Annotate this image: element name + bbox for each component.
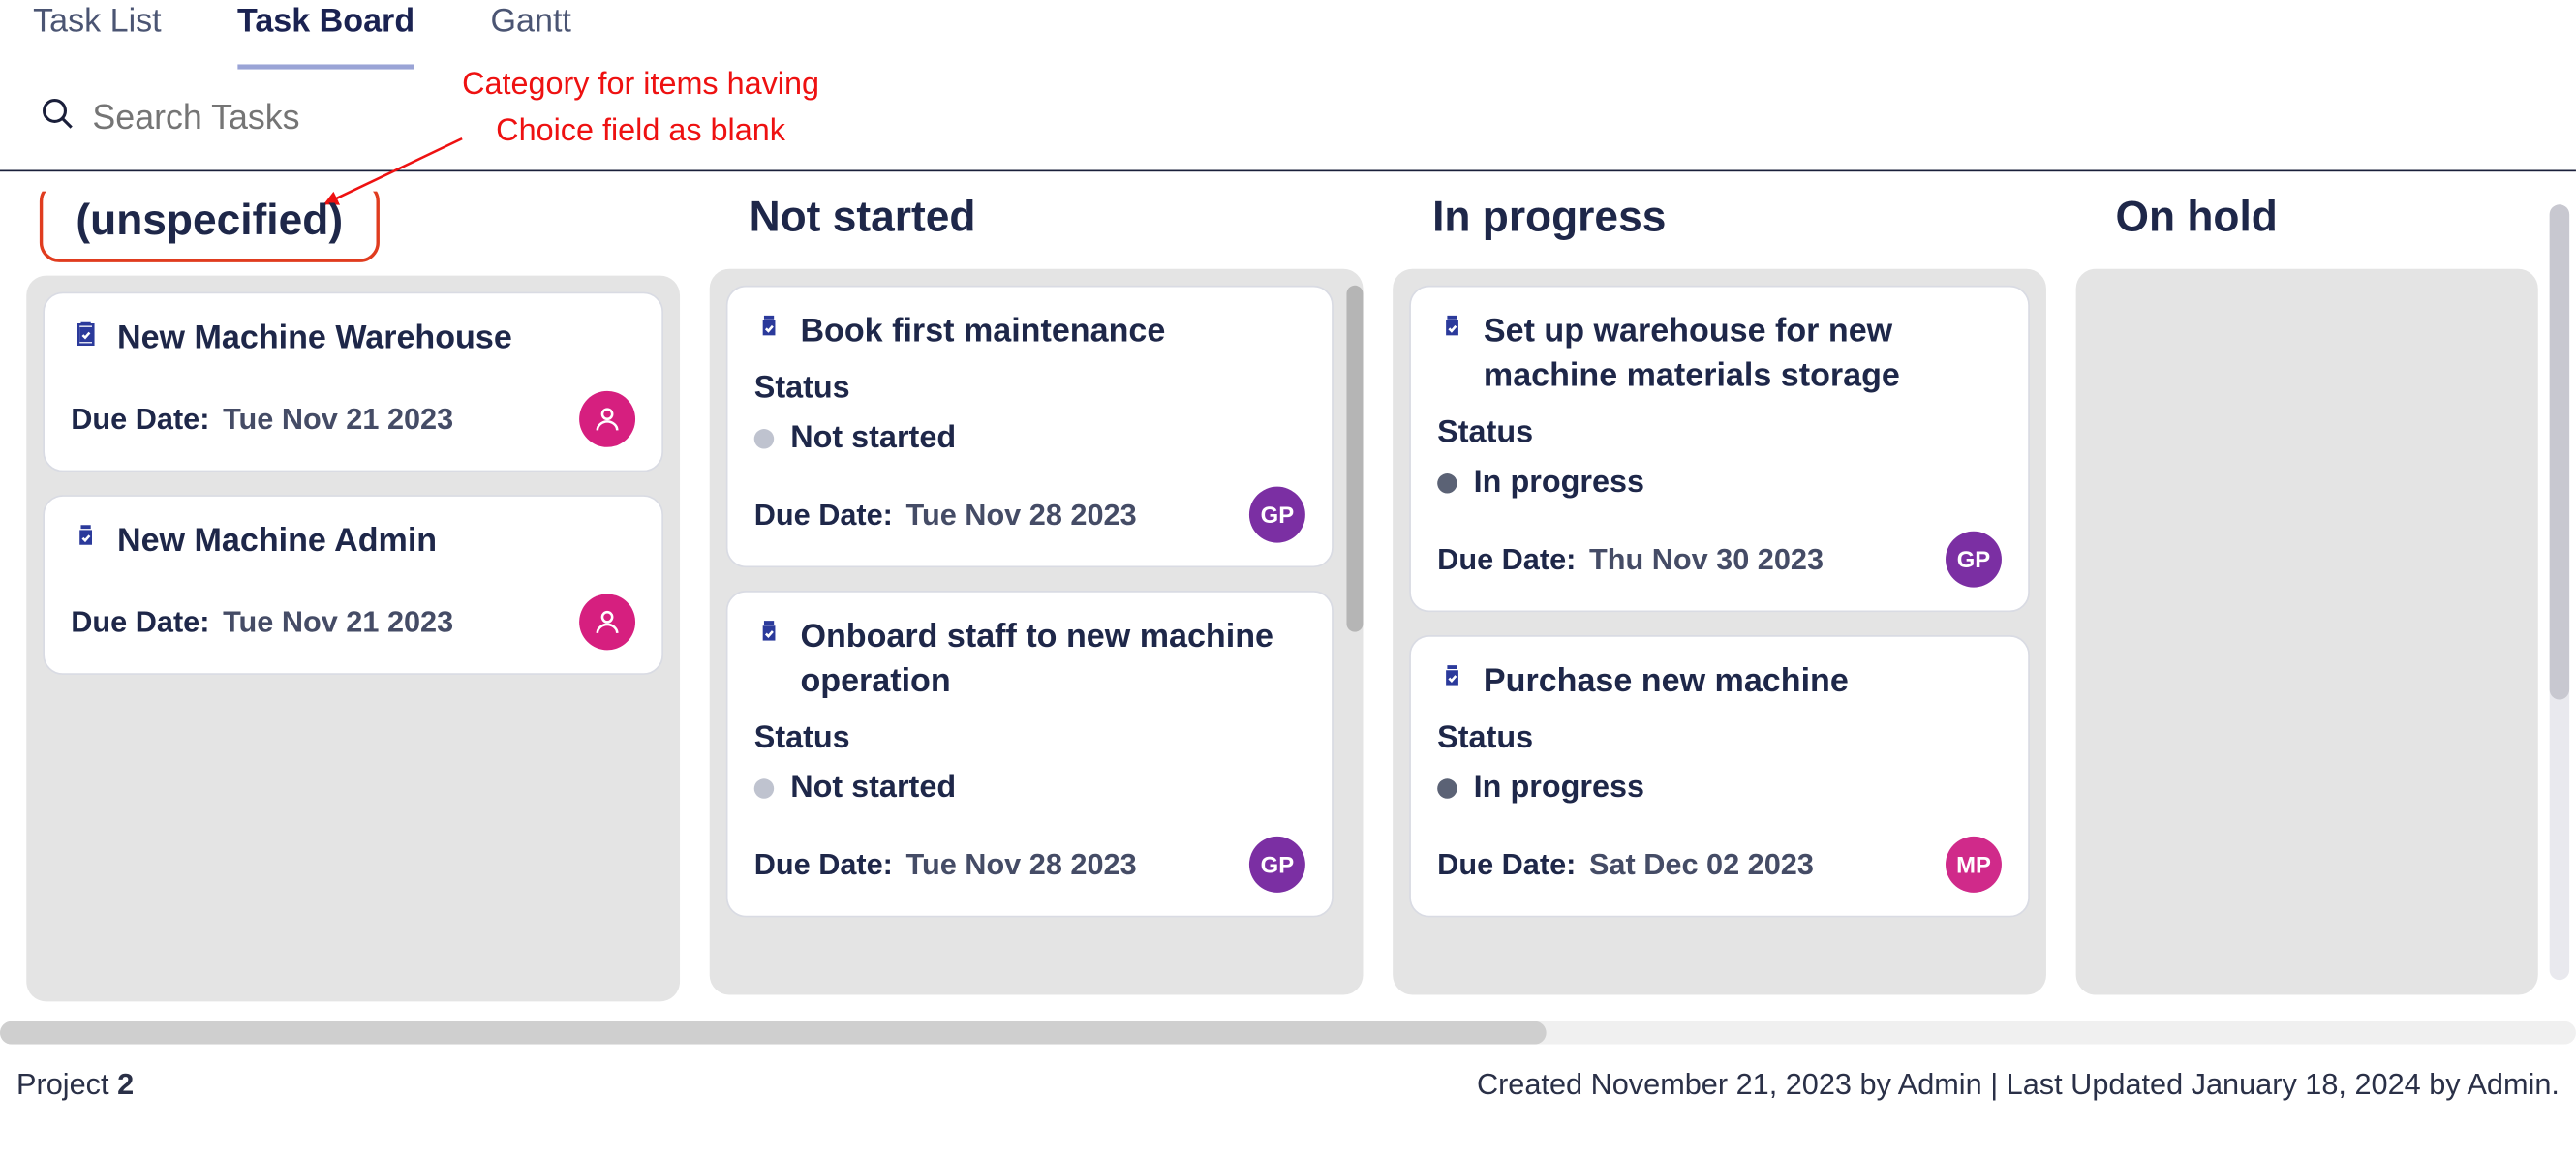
- due-date-label: Due Date:: [71, 605, 209, 640]
- column-on-hold: On hold: [2076, 192, 2538, 1002]
- clipboard-check-icon: [71, 317, 101, 358]
- task-title: New Machine Admin: [117, 520, 437, 564]
- task-card[interactable]: Onboard staff to new machine operation S…: [726, 591, 1334, 917]
- task-title: Purchase new machine: [1484, 660, 1849, 705]
- status-value: Not started: [790, 421, 956, 457]
- vertical-scrollbar-thumb[interactable]: [2550, 204, 2569, 699]
- due-date-value: Tue Nov 21 2023: [223, 402, 453, 437]
- status-dot-icon: [1437, 778, 1457, 798]
- horizontal-scrollbar[interactable]: [0, 1021, 2576, 1045]
- assignee-avatar[interactable]: MP: [1946, 837, 2002, 893]
- tabs: Task List Task Board Gantt: [0, 0, 2576, 70]
- task-card[interactable]: Book first maintenance Status Not starte…: [726, 286, 1334, 567]
- status-value: In progress: [1474, 466, 1644, 502]
- due-date-label: Due Date:: [754, 498, 893, 533]
- status-value: In progress: [1474, 771, 1644, 807]
- due-date-label: Due Date:: [1437, 847, 1576, 882]
- search-input[interactable]: [92, 98, 521, 137]
- column-body-on-hold[interactable]: [2076, 269, 2538, 995]
- task-board: (unspecified) New Machine Warehouse Due …: [0, 192, 2576, 1015]
- vertical-scrollbar[interactable]: [2550, 204, 2569, 980]
- due-date-label: Due Date:: [754, 847, 893, 882]
- status-label: Status: [1437, 415, 2002, 451]
- status-dot-icon: [1437, 473, 1457, 493]
- status-dot-icon: [754, 429, 774, 448]
- column-body-in-progress[interactable]: Set up warehouse for new machine materia…: [1393, 269, 2046, 995]
- project-number: 2: [117, 1067, 134, 1100]
- due-date-value: Sat Dec 02 2023: [1589, 847, 1814, 882]
- column-title-not-started: Not started: [710, 192, 1364, 269]
- due-date-value: Tue Nov 28 2023: [906, 498, 1137, 533]
- footer: Project 2 Created November 21, 2023 by A…: [0, 1045, 2576, 1103]
- column-title-unspecified: (unspecified): [40, 192, 380, 262]
- status-label: Status: [754, 721, 1305, 757]
- horizontal-scrollbar-thumb[interactable]: [0, 1021, 1546, 1045]
- task-title: Book first maintenance: [800, 310, 1165, 354]
- task-title: New Machine Warehouse: [117, 317, 512, 361]
- footer-meta: Created November 21, 2023 by Admin | Las…: [1477, 1067, 2560, 1102]
- column-title-on-hold: On hold: [2076, 192, 2538, 269]
- task-title: Onboard staff to new machine operation: [800, 616, 1304, 705]
- column-in-progress: In progress Set up warehouse for new mac…: [1393, 192, 2046, 1002]
- due-date-value: Tue Nov 21 2023: [223, 605, 453, 640]
- due-date-value: Tue Nov 28 2023: [906, 847, 1137, 882]
- due-date-value: Thu Nov 30 2023: [1589, 542, 1824, 577]
- due-date-label: Due Date:: [71, 402, 209, 437]
- clipboard-check-icon: [1437, 310, 1467, 351]
- status-label: Status: [1437, 721, 2002, 757]
- search-icon: [40, 96, 76, 140]
- status-dot-icon: [754, 778, 774, 798]
- clipboard-check-icon: [1437, 660, 1467, 702]
- assignee-avatar[interactable]: [579, 391, 635, 447]
- assignee-avatar[interactable]: GP: [1249, 837, 1305, 893]
- tab-task-list[interactable]: Task List: [33, 0, 162, 64]
- assignee-avatar[interactable]: [579, 594, 635, 650]
- clipboard-check-icon: [754, 616, 784, 657]
- column-not-started: Not started Book first maintenance Statu…: [710, 192, 1364, 1002]
- status-value: Not started: [790, 771, 956, 807]
- task-card[interactable]: New Machine Warehouse Due Date: Tue Nov …: [43, 292, 663, 472]
- assignee-avatar[interactable]: GP: [1946, 532, 2002, 588]
- project-word: Project: [16, 1067, 108, 1100]
- clipboard-check-icon: [71, 520, 101, 562]
- task-card[interactable]: Purchase new machine Status In progress …: [1409, 635, 2030, 917]
- board-wrap: (unspecified) New Machine Warehouse Due …: [0, 171, 2576, 1044]
- status-label: Status: [754, 371, 1305, 407]
- task-card[interactable]: Set up warehouse for new machine materia…: [1409, 286, 2030, 612]
- column-title-in-progress: In progress: [1393, 192, 2046, 269]
- clipboard-check-icon: [754, 310, 784, 351]
- project-label: Project 2: [16, 1067, 134, 1102]
- column-scrollbar[interactable]: [1346, 286, 1363, 632]
- due-date-label: Due Date:: [1437, 542, 1576, 577]
- tab-gantt[interactable]: Gantt: [491, 0, 571, 64]
- task-card[interactable]: New Machine Admin Due Date: Tue Nov 21 2…: [43, 495, 663, 675]
- assignee-avatar[interactable]: GP: [1249, 487, 1305, 543]
- column-body-not-started[interactable]: Book first maintenance Status Not starte…: [710, 269, 1364, 995]
- tab-task-board[interactable]: Task Board: [237, 0, 414, 70]
- column-unspecified: (unspecified) New Machine Warehouse Due …: [26, 192, 680, 1002]
- column-body-unspecified[interactable]: New Machine Warehouse Due Date: Tue Nov …: [26, 276, 680, 1002]
- task-title: Set up warehouse for new machine materia…: [1484, 310, 2002, 399]
- search-row: Category for items having Choice field a…: [0, 70, 2576, 172]
